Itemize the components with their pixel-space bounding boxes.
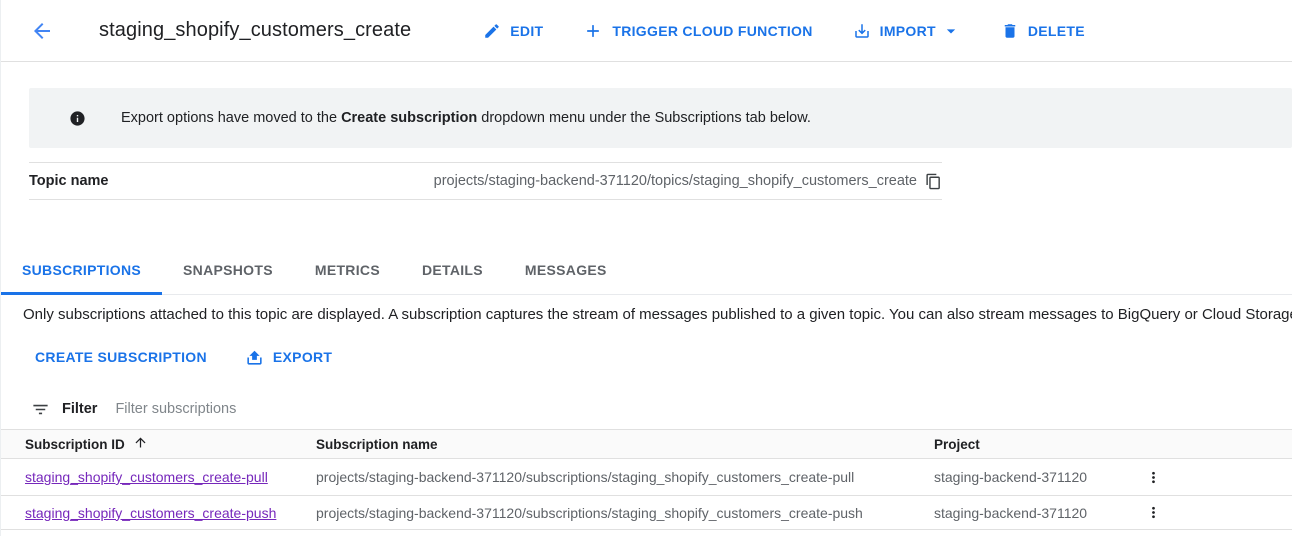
trigger-cloud-function-button[interactable]: TRIGGER CLOUD FUNCTION (577, 13, 818, 49)
kebab-menu-icon (1145, 469, 1162, 486)
topic-name-value: projects/staging-backend-371120/topics/s… (434, 173, 917, 189)
back-button[interactable] (29, 18, 55, 44)
topic-name-value-wrap: projects/staging-backend-371120/topics/s… (434, 173, 942, 190)
export-button-label: EXPORT (273, 349, 332, 365)
subscription-name-cell: projects/staging-backend-371120/subscrip… (316, 469, 934, 485)
info-icon (69, 110, 86, 127)
create-subscription-button[interactable]: CREATE SUBSCRIPTION (29, 341, 213, 373)
tab-subscriptions[interactable]: SUBSCRIPTIONS (1, 248, 162, 295)
pencil-icon (483, 22, 501, 40)
subscription-name-cell: projects/staging-backend-371120/subscrip… (316, 505, 934, 521)
banner-text-after: dropdown menu under the Subscriptions ta… (477, 110, 811, 126)
table-row: staging_shopify_customers_create-pull pr… (1, 459, 1292, 496)
page-title: staging_shopify_customers_create (99, 19, 411, 42)
info-banner-text: Export options have moved to the Create … (121, 110, 811, 126)
banner-text-before: Export options have moved to the (121, 110, 341, 126)
copy-button[interactable] (925, 173, 942, 190)
delete-button-label: DELETE (1028, 23, 1085, 39)
tab-messages[interactable]: MESSAGES (504, 248, 628, 295)
table-body: staging_shopify_customers_create-pull pr… (1, 459, 1292, 530)
arrow-back-icon (30, 19, 54, 43)
row-menu-button[interactable] (1141, 465, 1165, 489)
filter-label: Filter (62, 401, 97, 417)
tab-metrics[interactable]: METRICS (294, 248, 401, 295)
filter-subscriptions-input[interactable] (115, 401, 1292, 417)
edit-button-label: EDIT (510, 23, 543, 39)
row-menu-button[interactable] (1141, 501, 1165, 525)
subscription-id-link[interactable]: staging_shopify_customers_create-push (25, 505, 276, 521)
project-cell: staging-backend-371120 (934, 505, 1141, 521)
plus-icon (583, 21, 603, 41)
tab-bar: SUBSCRIPTIONS SNAPSHOTS METRICS DETAILS … (1, 248, 1292, 295)
sort-ascending-icon (133, 435, 148, 453)
trash-icon (1001, 22, 1019, 40)
subscriptions-actions: CREATE SUBSCRIPTION EXPORT (1, 339, 1292, 375)
subscriptions-table: Subscription ID Subscription name Projec… (1, 429, 1292, 530)
export-icon (245, 348, 264, 367)
import-button-label: IMPORT (880, 23, 936, 39)
header-actions: EDIT TRIGGER CLOUD FUNCTION IMPORT (477, 13, 1119, 49)
banner-text-bold: Create subscription (341, 110, 477, 126)
delete-button[interactable]: DELETE (995, 14, 1091, 48)
tab-details[interactable]: DETAILS (401, 248, 504, 295)
edit-button[interactable]: EDIT (477, 14, 549, 48)
export-button[interactable]: EXPORT (239, 340, 338, 375)
tab-snapshots[interactable]: SNAPSHOTS (162, 248, 294, 295)
column-subscription-id-label: Subscription ID (25, 437, 125, 452)
column-subscription-id[interactable]: Subscription ID (25, 435, 316, 453)
subscriptions-description: Only subscriptions attached to this topi… (1, 303, 1292, 327)
chevron-down-icon (945, 21, 961, 41)
info-banner: Export options have moved to the Create … (29, 88, 1292, 148)
kebab-menu-icon (1145, 504, 1162, 521)
import-icon (853, 22, 871, 40)
trigger-cloud-function-label: TRIGGER CLOUD FUNCTION (612, 23, 812, 39)
pubsub-topic-detail-page: staging_shopify_customers_create EDIT TR… (0, 0, 1292, 536)
filter-bar: Filter (1, 389, 1292, 429)
column-subscription-name: Subscription name (316, 437, 934, 452)
topic-name-label: Topic name (29, 173, 109, 189)
import-button[interactable]: IMPORT (847, 13, 967, 49)
column-project-label: Project (934, 437, 980, 452)
project-cell: staging-backend-371120 (934, 469, 1141, 485)
table-row: staging_shopify_customers_create-push pr… (1, 496, 1292, 530)
copy-icon (925, 173, 942, 190)
column-project: Project (934, 437, 1141, 452)
page-header: staging_shopify_customers_create EDIT TR… (1, 0, 1292, 62)
subscription-id-link[interactable]: staging_shopify_customers_create-pull (25, 469, 268, 485)
topic-name-row: Topic name projects/staging-backend-3711… (29, 162, 942, 200)
create-subscription-label: CREATE SUBSCRIPTION (35, 349, 207, 365)
column-subscription-name-label: Subscription name (316, 437, 438, 452)
table-header-row: Subscription ID Subscription name Projec… (1, 429, 1292, 459)
filter-icon (31, 400, 50, 419)
